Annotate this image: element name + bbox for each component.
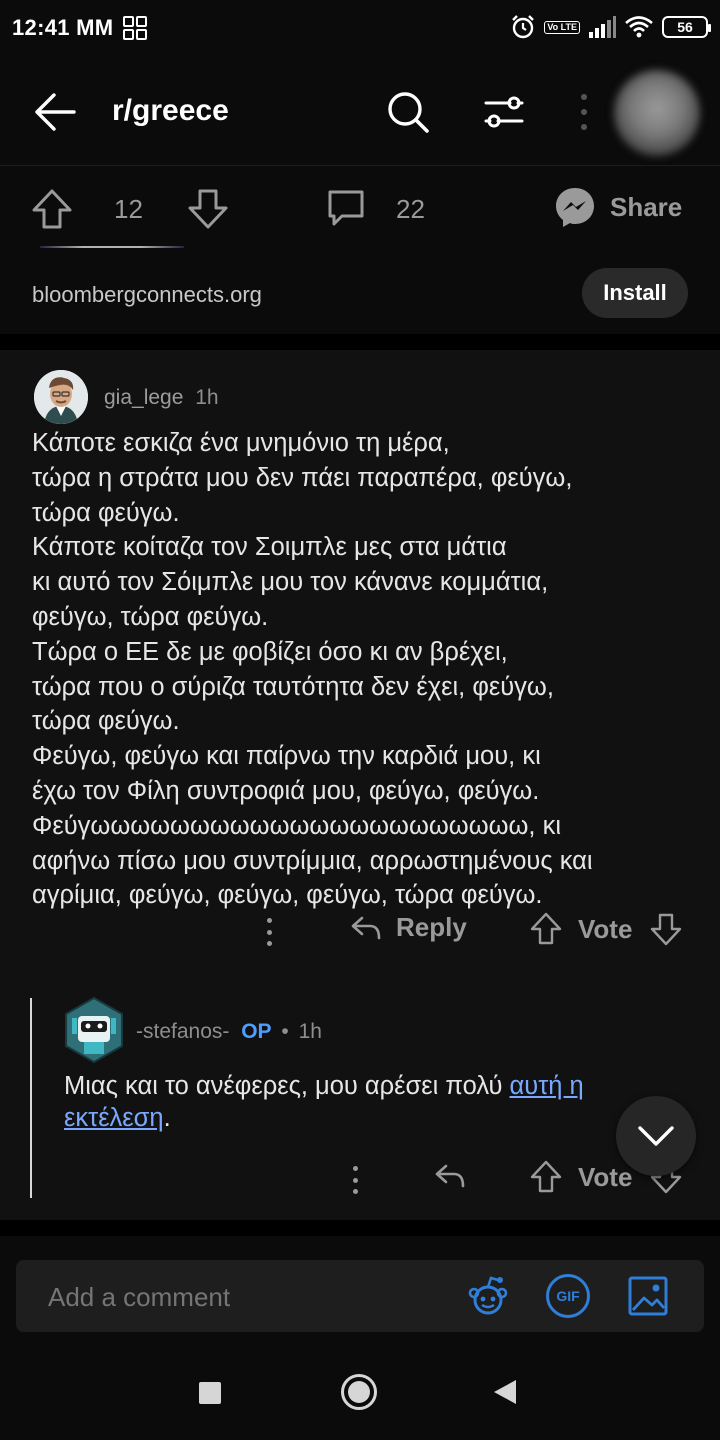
media-indicator xyxy=(40,246,184,248)
reply-age: 1h xyxy=(298,1020,322,1043)
system-nav-bar xyxy=(0,1342,720,1440)
post-action-bar: 12 22 Share xyxy=(0,166,720,256)
vote-label: Vote xyxy=(578,1161,633,1192)
home-button[interactable] xyxy=(341,1374,377,1410)
alarm-icon xyxy=(512,15,535,39)
ad-domain[interactable]: bloombergconnects.org xyxy=(32,282,262,308)
reddit-comment-screen: 12:41 MM Vo LTE 56 r/greece 12 22 Share … xyxy=(0,0,720,1440)
share-label: Share xyxy=(610,191,683,222)
reply-meta: -stefanos- OP • 1h xyxy=(136,1020,322,1044)
comment-icon xyxy=(328,190,364,226)
volte-icon: Vo LTE xyxy=(544,20,580,34)
commenter-avatar[interactable] xyxy=(34,370,88,424)
reply-button[interactable]: Reply xyxy=(350,912,467,943)
reply-text-end: . xyxy=(163,1104,171,1132)
reply-icon[interactable] xyxy=(434,1162,466,1190)
back-button[interactable] xyxy=(494,1380,516,1404)
install-button[interactable]: Install xyxy=(582,268,688,318)
upvote-icon[interactable] xyxy=(530,912,562,946)
search-icon[interactable] xyxy=(386,90,430,134)
comments-panel: gia_lege 1h Κάποτε εσκιζα ένα μνημόνιο τ… xyxy=(0,350,720,1220)
downvote-button[interactable] xyxy=(186,188,230,230)
post-score: 12 xyxy=(114,194,143,224)
messenger-icon xyxy=(556,188,594,227)
share-button[interactable]: Share xyxy=(554,186,682,228)
status-icons: Vo LTE 56 xyxy=(510,14,711,40)
comment-vote: Vote xyxy=(530,912,682,946)
reply-body: Μιας και το ανέφερες, μου αρέσει πολύ αυ… xyxy=(64,1070,684,1134)
comment-author[interactable]: gia_lege xyxy=(104,386,183,409)
meta-separator: • xyxy=(281,1020,289,1043)
status-time: 12:41 MM xyxy=(12,15,114,40)
reply-text: Μιας και το ανέφερες, μου αρέσει πολύ xyxy=(64,1072,510,1100)
op-badge: OP xyxy=(241,1020,272,1043)
app-bar: r/greece xyxy=(0,56,720,166)
upvote-button[interactable] xyxy=(30,188,74,230)
reply-author[interactable]: -stefanos- xyxy=(136,1020,229,1043)
divider xyxy=(0,1220,720,1236)
add-comment-input[interactable] xyxy=(48,1282,448,1313)
back-arrow-icon[interactable] xyxy=(34,92,76,132)
image-icon[interactable] xyxy=(626,1274,670,1318)
filter-icon[interactable] xyxy=(484,94,524,130)
user-avatar[interactable] xyxy=(614,70,700,156)
signal-icon xyxy=(589,16,616,38)
comments-button[interactable] xyxy=(326,188,366,228)
composer-box[interactable]: GIF xyxy=(16,1260,704,1332)
downvote-icon xyxy=(188,189,228,229)
reply-icon xyxy=(351,916,381,939)
status-bar: 12:41 MM Vo LTE 56 xyxy=(0,0,720,56)
app-grid-icon xyxy=(123,16,148,40)
vote-label: Vote xyxy=(578,913,633,944)
upvote-icon[interactable] xyxy=(530,1160,562,1194)
comment-age: 1h xyxy=(195,386,219,409)
divider xyxy=(0,334,720,350)
reply-footer: Vote xyxy=(0,1158,720,1208)
reply-more-icon[interactable] xyxy=(348,1166,362,1194)
more-options-icon[interactable] xyxy=(578,94,590,130)
snoo-icon[interactable] xyxy=(466,1274,510,1318)
gif-icon[interactable]: GIF xyxy=(546,1274,590,1318)
comment-body: Κάποτε εσκιζα ένα μνημόνιο τη μέρα, τώρα… xyxy=(32,429,593,910)
comment-footer: Reply Vote xyxy=(0,910,720,960)
scroll-next-button[interactable] xyxy=(616,1096,696,1176)
comment-count: 22 xyxy=(396,194,425,224)
reply-avatar[interactable] xyxy=(62,996,126,1064)
subreddit-title[interactable]: r/greece xyxy=(112,94,229,128)
promoted-ad-row: bloombergconnects.org Install xyxy=(0,256,720,334)
battery-icon: 56 xyxy=(662,16,711,38)
avatar-illustration xyxy=(34,370,88,424)
reply-label: Reply xyxy=(396,912,467,942)
wifi-icon xyxy=(625,16,653,38)
chevron-down-icon xyxy=(638,1126,674,1146)
recents-button[interactable] xyxy=(199,1382,221,1404)
comment-meta: gia_lege 1h xyxy=(104,386,219,410)
downvote-icon[interactable] xyxy=(650,912,682,946)
upvote-icon xyxy=(32,189,72,229)
comment-more-icon[interactable] xyxy=(262,918,276,946)
comment-composer: GIF xyxy=(0,1236,720,1342)
